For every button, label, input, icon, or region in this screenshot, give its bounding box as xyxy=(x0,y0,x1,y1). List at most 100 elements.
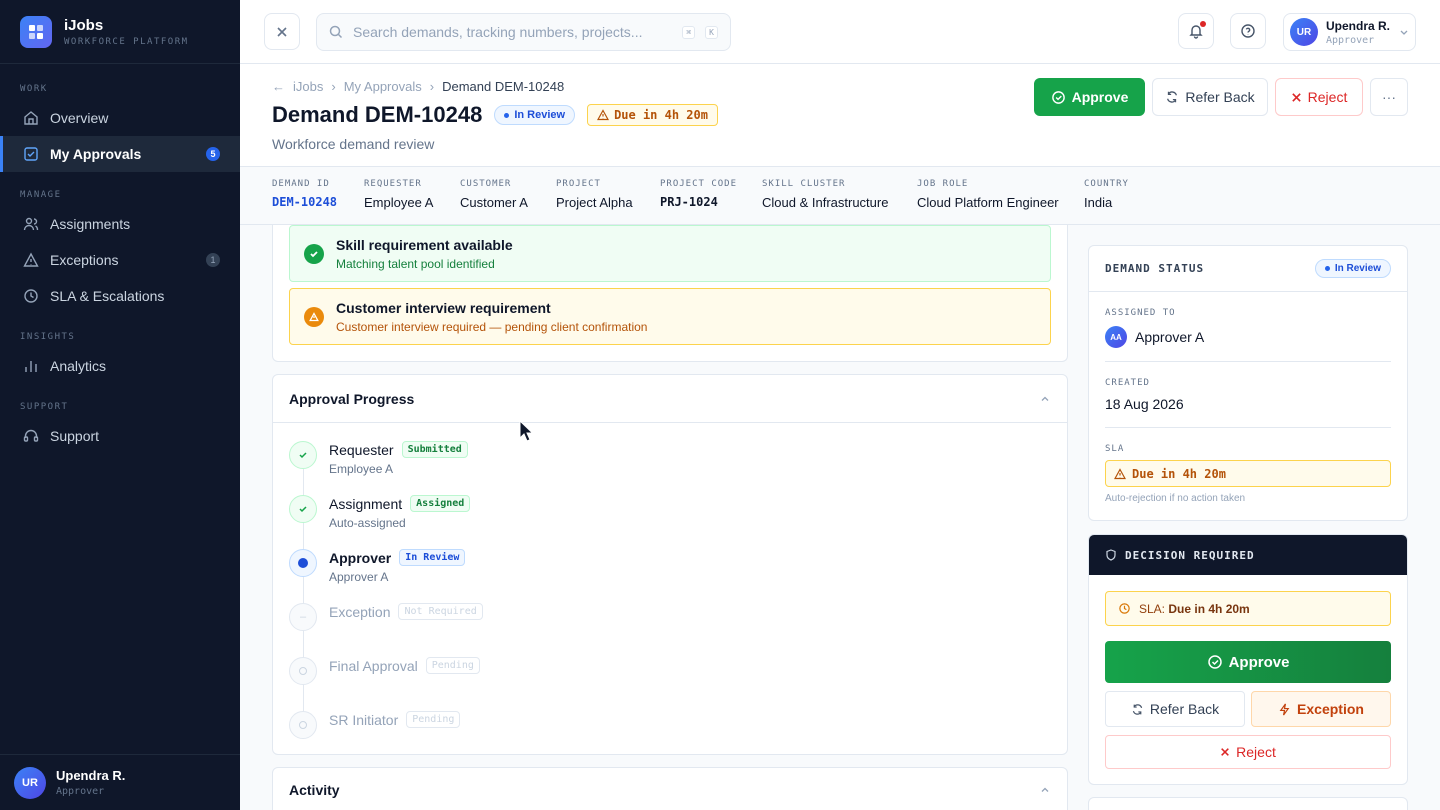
sidebar-item-support[interactable]: Support xyxy=(0,418,240,454)
close-button[interactable] xyxy=(264,13,300,50)
user-name: Upendra R. xyxy=(56,768,126,783)
notification-dot xyxy=(1200,21,1206,27)
step-approver: Approver In Review Approver A xyxy=(289,549,483,603)
created-field: CREATED 18 Aug 2026 xyxy=(1105,378,1184,412)
back-arrow-icon[interactable]: ← xyxy=(272,79,285,94)
users-icon xyxy=(22,215,40,233)
headset-icon xyxy=(22,427,40,445)
step-exception: – Exception Not Required xyxy=(289,603,483,657)
breadcrumb-separator: › xyxy=(331,79,336,94)
status-badge: In Review xyxy=(494,105,576,125)
warning-icon xyxy=(22,251,40,269)
activity-card: Activity xyxy=(272,767,1068,810)
decision-approve-button[interactable]: Approve xyxy=(1105,641,1391,683)
sidebar-item-exceptions[interactable]: Exceptions 1 xyxy=(0,242,240,278)
brand[interactable]: iJobs WORKFORCE PLATFORM xyxy=(0,0,240,64)
chevron-up-icon xyxy=(1041,787,1049,792)
notifications-button[interactable] xyxy=(1178,13,1214,49)
decision-reject-button[interactable]: Reject xyxy=(1105,735,1391,769)
sidebar-item-label: Exceptions xyxy=(50,252,119,268)
sidebar: iJobs WORKFORCE PLATFORM WORK Overview M… xyxy=(0,0,240,810)
more-actions-button[interactable]: ··· xyxy=(1370,78,1408,116)
meta-customer: CUSTOMER Customer A xyxy=(460,179,528,210)
current-step-icon xyxy=(289,549,317,577)
page-subtitle: Workforce demand review xyxy=(272,136,435,152)
shortcut-key-cmd: ⌘ xyxy=(682,25,696,39)
meta-skill-cluster: SKILL CLUSTER Cloud & Infrastructure xyxy=(762,179,889,210)
sidebar-item-my-approvals[interactable]: My Approvals 5 xyxy=(0,136,240,172)
reject-button[interactable]: Reject xyxy=(1275,78,1363,116)
step-status-tag: Pending xyxy=(406,711,461,728)
approval-progress-header[interactable]: Approval Progress xyxy=(273,375,1067,423)
activity-header[interactable]: Activity xyxy=(273,768,1067,810)
sidebar-item-sla[interactable]: SLA & Escalations xyxy=(0,278,240,314)
step-status-tag: Assigned xyxy=(410,495,471,512)
sidebar-item-label: SLA & Escalations xyxy=(50,288,165,304)
breadcrumb-root[interactable]: iJobs xyxy=(293,79,323,94)
lightning-icon xyxy=(1279,703,1290,715)
section-title: Activity xyxy=(289,782,340,798)
bar-chart-icon xyxy=(22,357,40,375)
close-icon xyxy=(277,26,287,37)
requirement-checks: Skill requirement available Matching tal… xyxy=(272,225,1068,362)
search-icon xyxy=(329,25,343,39)
avatar: UR xyxy=(14,766,46,799)
meta-requester: REQUESTER Employee A xyxy=(364,179,434,210)
app-logo-icon xyxy=(20,15,52,48)
decision-exception-button[interactable]: Exception xyxy=(1251,691,1391,727)
user-menu[interactable]: UR Upendra R. Approver xyxy=(1283,13,1416,51)
meta-job-role: JOB ROLE Cloud Platform Engineer xyxy=(917,179,1059,210)
warning-icon xyxy=(597,109,610,121)
x-icon xyxy=(1291,92,1301,102)
help-button[interactable] xyxy=(1230,13,1266,49)
sidebar-item-label: Overview xyxy=(50,110,109,126)
warning-icon xyxy=(1114,467,1126,479)
step-status-tag: Pending xyxy=(425,657,480,674)
sidebar-item-assignments[interactable]: Assignments xyxy=(0,206,240,242)
check-circle-icon xyxy=(1207,655,1222,669)
mouse-cursor-icon xyxy=(519,420,533,442)
breadcrumb-separator: › xyxy=(429,79,435,94)
demand-id-link[interactable]: DEM-10248 xyxy=(272,195,337,209)
search-input[interactable] xyxy=(353,24,673,40)
shield-icon xyxy=(1106,549,1116,561)
chevron-down-icon xyxy=(1400,30,1408,35)
refer-back-button[interactable]: Refer Back xyxy=(1152,78,1268,116)
decision-sla-banner: SLA: Due in 4h 20m xyxy=(1105,591,1391,626)
search-box[interactable]: ⌘ K xyxy=(316,13,731,51)
approve-button[interactable]: Approve xyxy=(1034,78,1145,116)
sla-field: SLA Due in 4h 20m Auto-rejection if no a… xyxy=(1105,444,1391,504)
next-card-edge xyxy=(1088,797,1408,810)
check-circle-icon xyxy=(1051,90,1065,104)
nav-section-insights: INSIGHTS xyxy=(20,332,76,342)
refresh-icon xyxy=(1167,91,1178,103)
approvals-count-badge: 5 xyxy=(206,147,220,161)
sla-note: Auto-rejection if no action taken xyxy=(1105,493,1246,504)
nav-section-support: SUPPORT xyxy=(20,402,69,412)
circle-icon xyxy=(289,657,317,685)
demand-status-card: DEMAND STATUS In Review ASSIGNED TO AA A… xyxy=(1088,245,1408,521)
assigned-to-field: ASSIGNED TO AA Approver A xyxy=(1105,308,1391,348)
help-icon xyxy=(1241,24,1255,38)
step-status-tag: Submitted xyxy=(401,441,468,458)
step-status-tag: In Review xyxy=(399,549,466,566)
step-assignment: Assignment Assigned Auto-assigned xyxy=(289,495,483,549)
checkbox-icon xyxy=(22,145,40,163)
home-icon xyxy=(22,109,40,127)
user-role: Approver xyxy=(56,786,105,797)
sidebar-item-analytics[interactable]: Analytics xyxy=(0,348,240,384)
sla-due-badge: Due in 4h 20m xyxy=(1105,460,1391,487)
check-skill-requirement: Skill requirement available Matching tal… xyxy=(289,225,1051,282)
user-name: Upendra R. xyxy=(1326,18,1391,33)
meta-country: COUNTRY India xyxy=(1084,179,1129,210)
decision-refer-back-button[interactable]: Refer Back xyxy=(1105,691,1245,727)
section-title: Approval Progress xyxy=(289,390,415,407)
nav-section-manage: MANAGE xyxy=(20,190,62,200)
shortcut-key-k: K xyxy=(705,25,718,39)
step-requester: Requester Submitted Employee A xyxy=(289,441,483,495)
check-icon xyxy=(289,495,317,523)
meta-demand-id: DEMAND ID DEM-10248 xyxy=(272,179,338,209)
sidebar-user[interactable]: UR Upendra R. Approver xyxy=(0,754,240,810)
breadcrumb-parent[interactable]: My Approvals xyxy=(344,79,422,94)
sidebar-item-overview[interactable]: Overview xyxy=(0,100,240,136)
